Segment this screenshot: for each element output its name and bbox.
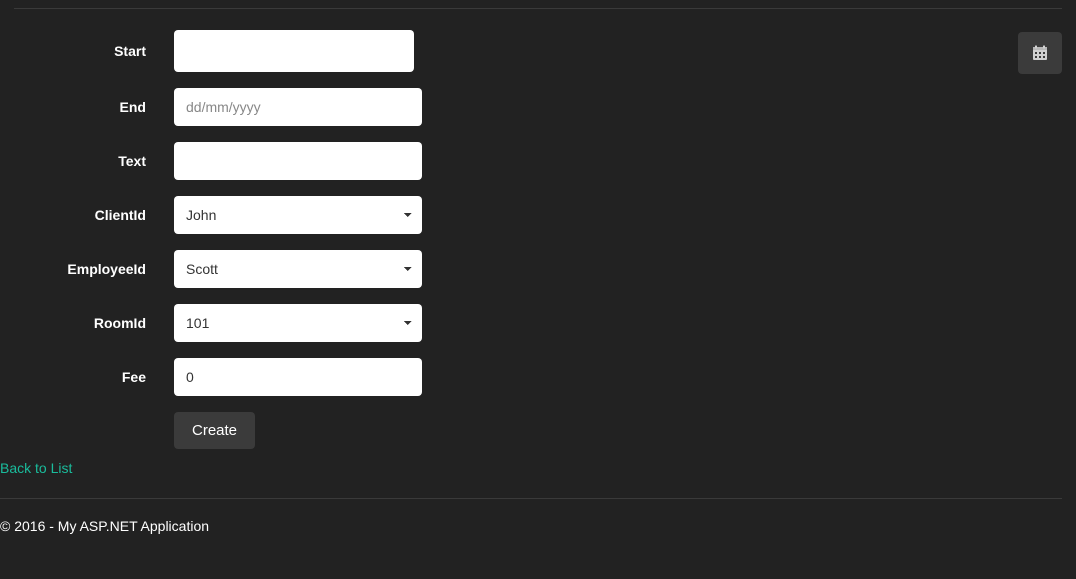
- row-clientid: ClientId John: [0, 196, 1076, 234]
- label-employeeid: EmployeeId: [0, 261, 174, 277]
- label-text: Text: [0, 153, 174, 169]
- row-end: End: [0, 88, 1076, 126]
- row-employeeid: EmployeeId Scott: [0, 250, 1076, 288]
- input-col-fee: [174, 358, 422, 396]
- calendar-button[interactable]: [1018, 32, 1062, 74]
- roomid-select[interactable]: 101: [174, 304, 422, 342]
- back-to-list-link[interactable]: Back to List: [0, 460, 72, 476]
- label-end: End: [0, 99, 174, 115]
- label-start: Start: [0, 43, 174, 59]
- label-clientid: ClientId: [0, 207, 174, 223]
- input-col-clientid: John: [174, 196, 422, 234]
- label-fee: Fee: [0, 369, 174, 385]
- label-spacer: [0, 412, 174, 449]
- row-roomid: RoomId 101: [0, 304, 1076, 342]
- input-col-employeeid: Scott: [174, 250, 422, 288]
- text-input[interactable]: [174, 142, 422, 180]
- employeeid-select[interactable]: Scott: [174, 250, 422, 288]
- start-input[interactable]: [174, 30, 414, 72]
- input-col-start: [174, 30, 414, 72]
- row-submit: Create: [0, 412, 1076, 449]
- end-input[interactable]: [174, 88, 422, 126]
- row-fee: Fee: [0, 358, 1076, 396]
- create-button[interactable]: Create: [174, 412, 255, 449]
- input-col-end: [174, 88, 422, 126]
- page-root: Start End Text ClientId John: [0, 0, 1076, 579]
- input-col-text: [174, 142, 422, 180]
- footer-divider: [0, 498, 1062, 499]
- submit-col: Create: [174, 412, 255, 449]
- input-col-roomid: 101: [174, 304, 422, 342]
- row-text: Text: [0, 142, 1076, 180]
- clientid-select[interactable]: John: [174, 196, 422, 234]
- top-divider: [14, 8, 1062, 9]
- calendar-icon: [1032, 45, 1048, 61]
- edit-form: Start End Text ClientId John: [0, 30, 1076, 449]
- footer-text: © 2016 - My ASP.NET Application: [0, 518, 209, 534]
- fee-input[interactable]: [174, 358, 422, 396]
- row-start: Start: [0, 30, 1076, 72]
- label-roomid: RoomId: [0, 315, 174, 331]
